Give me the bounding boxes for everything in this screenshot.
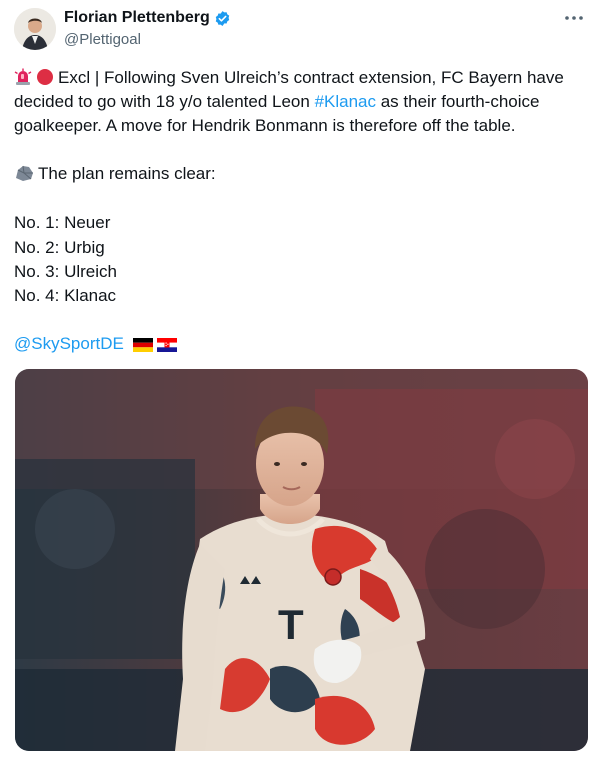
mention-line: @SkySportDE [14, 332, 181, 359]
keeper-list-item: No. 2: Urbig [14, 238, 105, 257]
keeper-list-item: No. 3: Ulreich [14, 262, 117, 281]
mention-link[interactable]: @SkySportDE [14, 334, 124, 353]
author-name[interactable]: Florian Plettenberg [64, 9, 210, 27]
svg-text:T: T [278, 601, 304, 648]
keeper-list-item: No. 4: Klanac [14, 286, 117, 305]
tweet-text-span: Excl | Following Sven Ulreich’s contract… [58, 68, 564, 87]
author-name-row[interactable]: Florian Plettenberg [64, 9, 231, 27]
rock-icon [14, 164, 34, 189]
tweet-text-span: as their fourth-choice [376, 92, 540, 111]
tweet-text-line-1: Excl | Following Sven Ulreich’s contract… [14, 66, 564, 93]
tweet-text-span: decided to go with 18 y/o talented Leon [14, 92, 315, 111]
tweet-card: Florian Plettenberg @Plettigoal Excl | F… [0, 0, 600, 758]
tweet-text-line-3: goalkeeper. A move for Hendrik Bonmann i… [14, 116, 516, 135]
tweet-text-line-2: decided to go with 18 y/o talented Leon … [14, 90, 539, 114]
plan-heading: The plan remains clear: [38, 164, 216, 183]
more-options-icon[interactable] [562, 9, 586, 27]
keeper-list-item: No. 1: Neuer [14, 213, 111, 232]
author-handle[interactable]: @Plettigoal [64, 31, 141, 48]
verified-badge-icon [214, 10, 231, 27]
author-avatar[interactable] [14, 8, 56, 50]
germany-flag-icon [132, 335, 153, 359]
tweet-photo[interactable]: T [15, 369, 588, 751]
hashtag-link[interactable]: #Klanac [315, 92, 376, 111]
croatia-flag-icon [156, 335, 177, 359]
plan-heading-line: The plan remains clear: [14, 162, 216, 189]
